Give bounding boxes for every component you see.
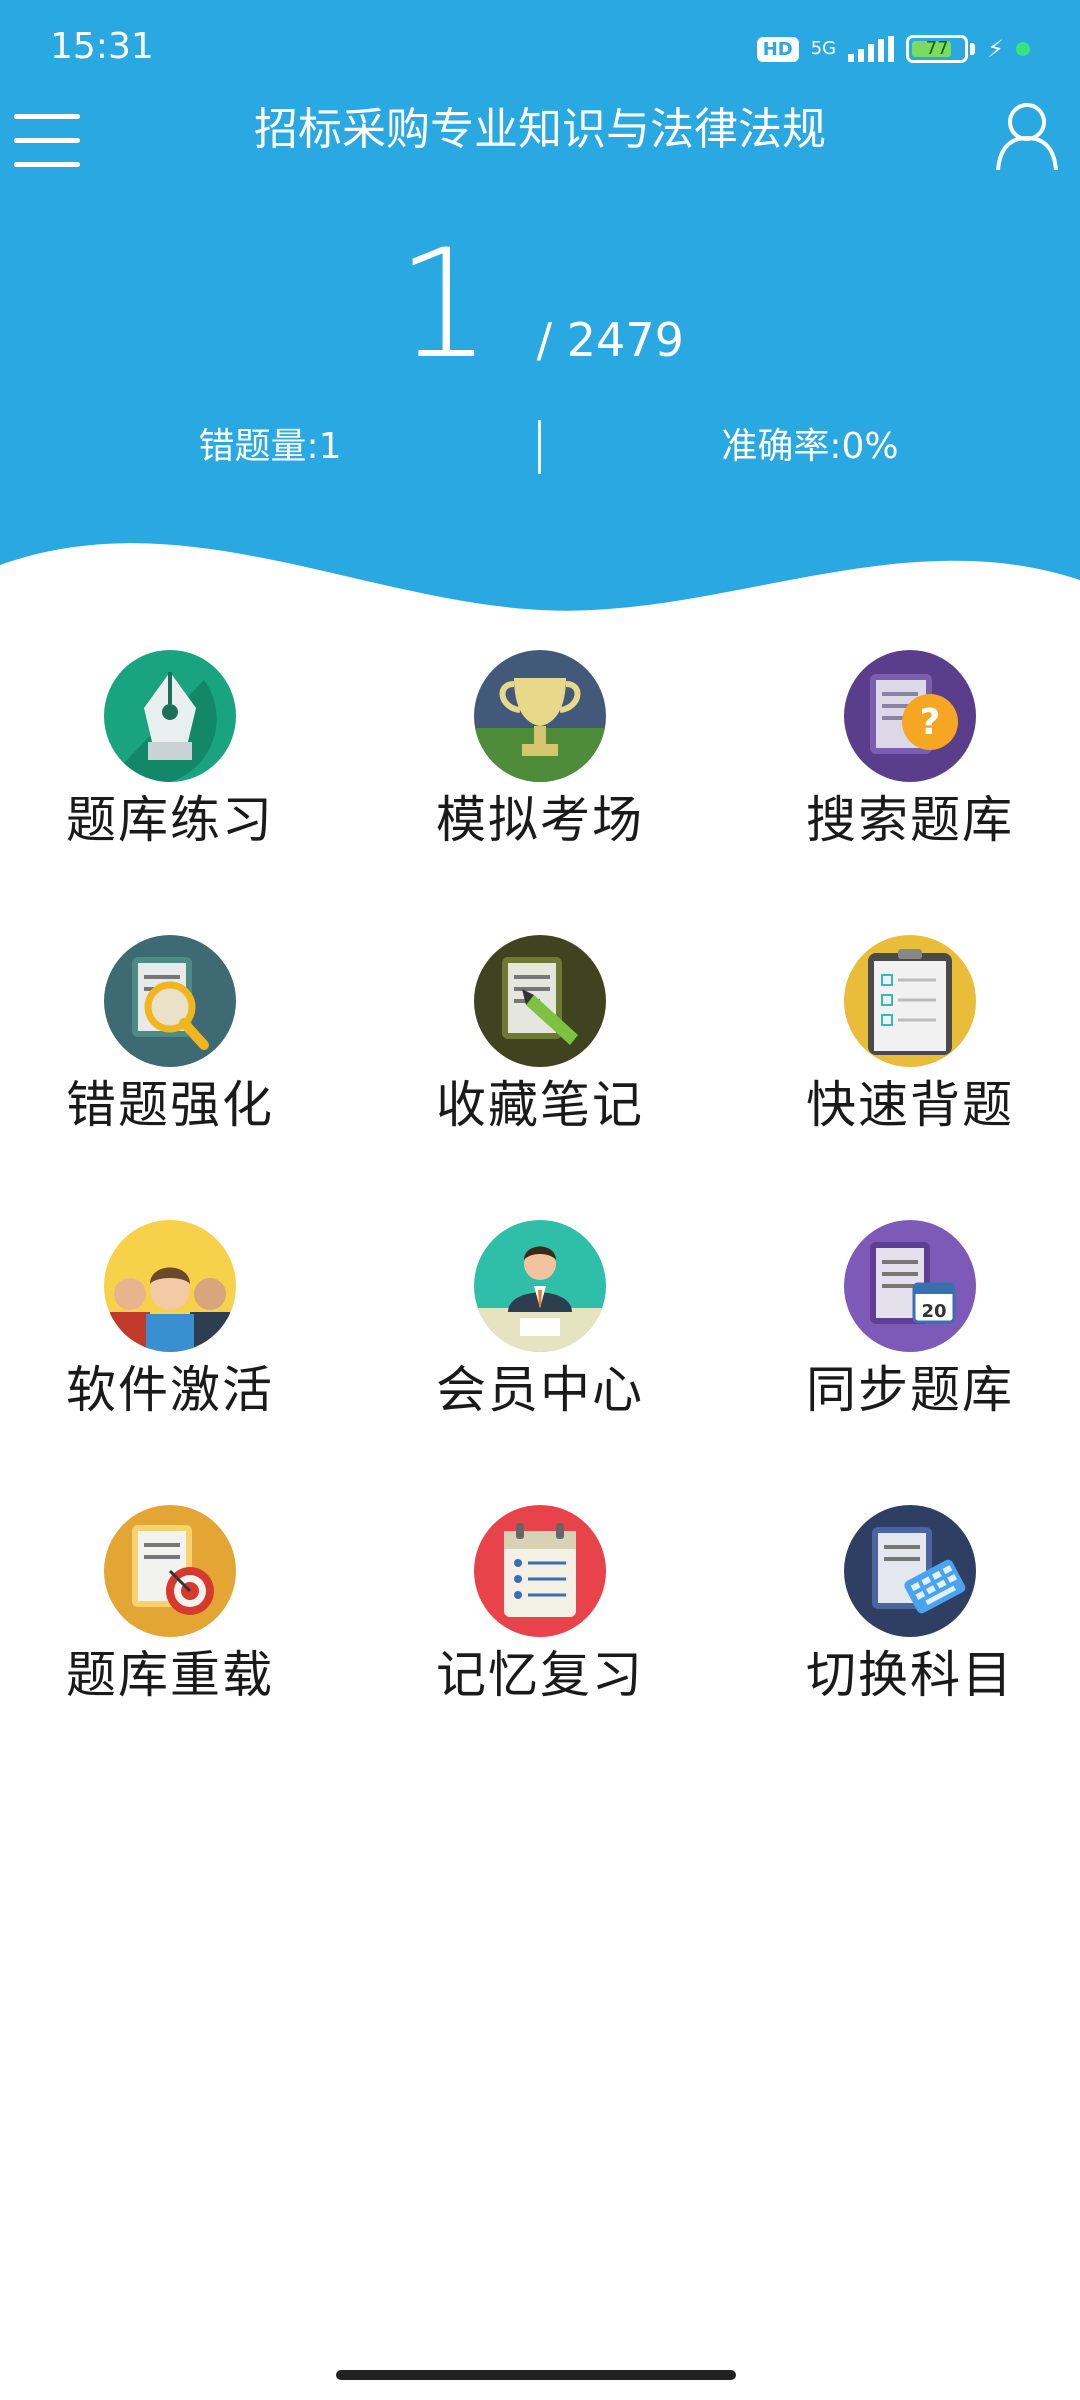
pen-nib-icon: [104, 650, 236, 782]
tile-label: 题库练习: [66, 791, 274, 849]
keyboard-document-icon: [844, 1505, 976, 1637]
tile-favorites-notes[interactable]: 收藏笔记: [390, 925, 690, 1155]
charging-icon: ⚡: [987, 35, 1004, 63]
tile-switch-subject[interactable]: 切换科目: [760, 1495, 1060, 1725]
calendar-list-icon: [474, 1505, 606, 1637]
tile-label: 记忆复习: [436, 1646, 644, 1704]
tile-memory-review[interactable]: 记忆复习: [390, 1495, 690, 1725]
tile-label: 收藏笔记: [436, 1076, 644, 1134]
stats-bar: 错题量:1 准确率:0%: [0, 420, 1080, 474]
signal-icon: [848, 36, 895, 62]
tile-mock-exam[interactable]: 模拟考场: [390, 640, 690, 870]
user-icon[interactable]: [994, 100, 1060, 172]
privacy-dot-icon: [1016, 42, 1030, 56]
network-label: 5G: [810, 38, 837, 59]
member-person-icon: [474, 1220, 606, 1352]
progress-total: / 2479: [536, 313, 684, 367]
tile-label: 快速背题: [806, 1076, 1014, 1134]
status-icons: HD 5G 77 ⚡: [756, 28, 1030, 70]
progress-current: 1: [396, 218, 492, 392]
status-time: 15:31: [50, 26, 154, 67]
menu-icon[interactable]: [14, 112, 82, 170]
svg-text:20: 20: [921, 1301, 946, 1322]
tile-label: 模拟考场: [436, 791, 644, 849]
tile-label: 软件激活: [66, 1361, 274, 1419]
tile-label: 同步题库: [806, 1361, 1014, 1419]
hd-badge: HD: [756, 36, 799, 62]
battery-level: 77: [925, 38, 949, 59]
battery-cap: [970, 43, 976, 55]
tile-sync-question-bank[interactable]: 20 同步题库: [760, 1210, 1060, 1440]
page-title: 招标采购专业知识与法律法规: [254, 104, 826, 155]
tile-label: 搜索题库: [806, 791, 1014, 849]
magnifier-document-icon: [104, 935, 236, 1067]
tile-reload-question-bank[interactable]: 题库重载: [20, 1495, 320, 1725]
svg-text:?: ?: [920, 702, 941, 743]
battery-icon: 77: [906, 35, 969, 63]
tile-search-question-bank[interactable]: ? 搜索题库: [760, 640, 1060, 870]
tile-label: 切换科目: [806, 1646, 1014, 1704]
trophy-icon: [474, 650, 606, 782]
tile-member-center[interactable]: 会员中心: [390, 1210, 690, 1440]
tile-question-bank-practice[interactable]: 题库练习: [20, 640, 320, 870]
group-people-icon: [104, 1220, 236, 1352]
progress-counter: 1 / 2479: [0, 225, 1080, 385]
question-document-icon: ?: [844, 650, 976, 782]
header-wave: [0, 543, 1080, 630]
tile-software-activation[interactable]: 软件激活: [20, 1210, 320, 1440]
tile-quick-memorize[interactable]: 快速背题: [760, 925, 1060, 1155]
tile-label: 题库重载: [66, 1646, 274, 1704]
home-indicator[interactable]: [336, 2370, 736, 2380]
tile-wrong-question-review[interactable]: 错题强化: [20, 925, 320, 1155]
accuracy-rate: 准确率:0%: [721, 426, 899, 467]
target-document-icon: [104, 1505, 236, 1637]
wrong-count[interactable]: 错题量:1: [0, 420, 540, 474]
pencil-document-icon: [474, 935, 606, 1067]
calendar-document-icon: 20: [844, 1220, 976, 1352]
tile-label: 错题强化: [66, 1076, 274, 1134]
clipboard-checklist-icon: [844, 935, 976, 1067]
tile-label: 会员中心: [436, 1361, 644, 1419]
